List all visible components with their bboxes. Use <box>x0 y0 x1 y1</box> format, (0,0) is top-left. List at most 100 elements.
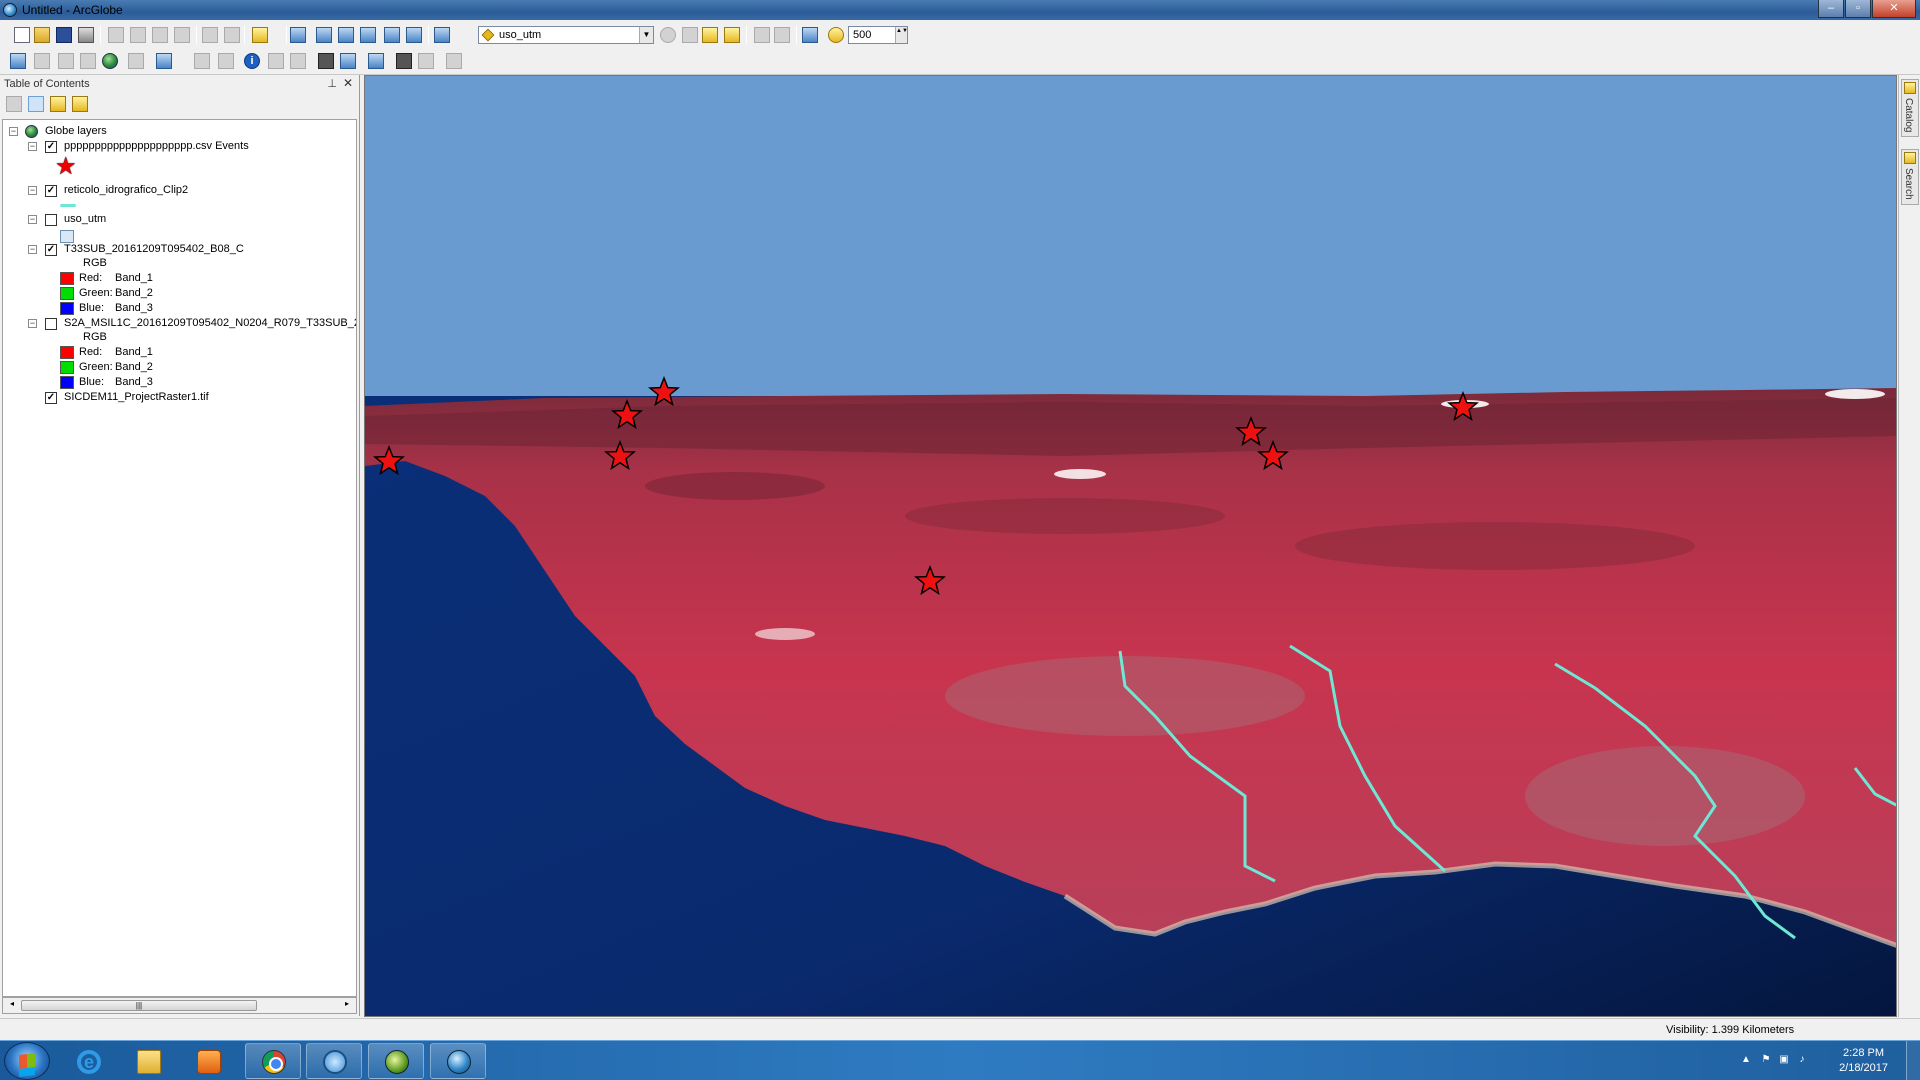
taskbar-arcglobe[interactable] <box>430 1043 486 1079</box>
transparency-icon[interactable] <box>774 27 790 43</box>
effects-icon[interactable] <box>702 27 718 43</box>
navigate-tool-icon[interactable] <box>10 53 26 69</box>
collapse-icon[interactable]: − <box>28 245 37 254</box>
paste-icon[interactable] <box>152 27 168 43</box>
list-by-source-icon[interactable] <box>28 96 44 112</box>
layer-properties-icon[interactable] <box>802 27 818 43</box>
scroll-left-icon[interactable]: ◂ <box>5 999 19 1008</box>
layer-visibility-checkbox[interactable] <box>45 214 57 226</box>
refresh-icon[interactable] <box>828 27 844 43</box>
scrollbar-thumb[interactable]: ||| <box>21 1000 257 1011</box>
taskbar-media-player[interactable] <box>180 1043 236 1079</box>
model-builder-icon[interactable] <box>434 27 450 43</box>
toc-layer-row[interactable]: − ✓ T33SUB_20161209T095402_B08_C <box>3 242 353 258</box>
open-folder-icon[interactable] <box>34 27 50 43</box>
globe-3d-view[interactable] <box>364 75 1897 1017</box>
go-to-xy-icon[interactable] <box>340 53 356 69</box>
viewer-manager-icon[interactable] <box>418 53 434 69</box>
catalog-window-icon[interactable] <box>338 27 354 43</box>
toc-close-icon[interactable]: ✕ <box>343 76 353 90</box>
observer-icon[interactable] <box>396 53 412 69</box>
contrast-icon[interactable] <box>724 27 740 43</box>
taskbar-search-app[interactable] <box>306 1043 362 1079</box>
taskbar-file-explorer[interactable] <box>120 1043 176 1079</box>
save-icon[interactable] <box>56 27 72 43</box>
layer-selector-dropdown[interactable]: uso_utm ▼ <box>478 26 654 44</box>
arctoolbox-icon[interactable] <box>384 27 400 43</box>
search-window-icon[interactable] <box>360 27 376 43</box>
add-data-icon[interactable] <box>252 27 268 43</box>
arcglobe-app-icon[interactable] <box>3 3 17 17</box>
spinner-arrows-icon[interactable]: ▲▼ <box>895 27 908 43</box>
full-extent-globe-icon[interactable] <box>102 53 118 69</box>
list-by-visibility-icon[interactable] <box>50 96 66 112</box>
toc-root-row[interactable]: − Globe layers <box>3 124 353 140</box>
start-button[interactable] <box>4 1042 50 1080</box>
new-document-icon[interactable] <box>14 27 30 43</box>
toc-window-icon[interactable] <box>316 27 332 43</box>
collapse-icon[interactable]: − <box>28 319 37 328</box>
layer-visibility-checkbox[interactable]: ✓ <box>45 392 57 404</box>
collapse-icon[interactable]: − <box>28 142 37 151</box>
action-center-flag-icon[interactable]: ⚑ <box>1760 1054 1772 1066</box>
search-dock-tab[interactable]: Search <box>1901 149 1919 205</box>
show-desktop-button[interactable] <box>1906 1041 1920 1080</box>
taskbar-clock[interactable]: 2:28 PM 2/18/2017 <box>1839 1046 1888 1076</box>
list-by-drawing-order-icon[interactable] <box>6 96 22 112</box>
brightness-icon[interactable] <box>682 27 698 43</box>
target-center-icon[interactable] <box>80 53 96 69</box>
cut-icon[interactable] <box>108 27 124 43</box>
refresh-rate-spinner[interactable]: 500 ▲▼ <box>848 26 908 44</box>
find-binoculars-icon[interactable] <box>318 53 334 69</box>
undo-icon[interactable] <box>202 27 218 43</box>
toc-layer-row[interactable]: ✓ SICDEM11_ProjectRaster1.tif <box>3 390 353 406</box>
pin-icon[interactable]: ⊥ <box>327 77 337 90</box>
copy-icon[interactable] <box>130 27 146 43</box>
terrain-scene[interactable] <box>365 76 1897 1017</box>
toc-horizontal-scrollbar[interactable]: ◂ ||| ▸ <box>2 997 357 1014</box>
close-button[interactable]: ✕ <box>1872 0 1916 18</box>
volume-icon[interactable]: ♪ <box>1796 1054 1808 1066</box>
redo-icon[interactable] <box>224 27 240 43</box>
globe-view-icon[interactable] <box>290 27 306 43</box>
clear-selection-icon[interactable] <box>194 53 210 69</box>
swipe-icon[interactable] <box>660 27 676 43</box>
layer-visibility-checkbox[interactable]: ✓ <box>45 185 57 197</box>
list-by-selection-icon[interactable] <box>72 96 88 112</box>
layer-visibility-checkbox[interactable] <box>45 318 57 330</box>
print-icon[interactable] <box>78 27 94 43</box>
hyperlink-icon[interactable] <box>268 53 284 69</box>
python-window-icon[interactable] <box>406 27 422 43</box>
taskbar-chrome[interactable] <box>245 1043 301 1079</box>
zoom-to-target-icon[interactable] <box>128 53 144 69</box>
layer-visibility-checkbox[interactable]: ✓ <box>45 244 57 256</box>
toc-layer-row[interactable]: − uso_utm <box>3 212 353 228</box>
collapse-icon[interactable]: − <box>28 215 37 224</box>
maximize-button[interactable]: ▫ <box>1845 0 1871 18</box>
identify-icon[interactable]: i <box>244 53 260 69</box>
collapse-icon[interactable]: − <box>28 186 37 195</box>
delete-icon[interactable] <box>174 27 190 43</box>
taskbar-arcgis[interactable] <box>368 1043 424 1079</box>
pan-hand-icon[interactable] <box>34 53 50 69</box>
catalog-dock-tab[interactable]: Catalog <box>1901 79 1919 138</box>
taskbar-internet-explorer[interactable]: e <box>60 1043 116 1079</box>
toc-layer-row[interactable]: − S2A_MSIL1C_20161209T095402_N0204_R079_… <box>3 316 356 332</box>
html-popup-icon[interactable] <box>290 53 306 69</box>
flicker-icon[interactable] <box>754 27 770 43</box>
select-elements-icon[interactable] <box>218 53 234 69</box>
toc-layer-row[interactable]: − ✓ reticolo_idrografico_Clip2 <box>3 183 353 199</box>
internet-explorer-icon: e <box>77 1050 101 1074</box>
collapse-icon[interactable]: − <box>9 127 18 136</box>
minimize-button[interactable]: – <box>1818 0 1844 18</box>
show-hidden-icons-icon[interactable]: ▲ <box>1740 1054 1752 1066</box>
green-band-swatch <box>60 361 74 374</box>
fly-tool-icon[interactable] <box>58 53 74 69</box>
animation-icon[interactable] <box>446 53 462 69</box>
layer-visibility-checkbox[interactable]: ✓ <box>45 141 57 153</box>
scroll-right-icon[interactable]: ▸ <box>340 999 354 1008</box>
measure-icon[interactable] <box>368 53 384 69</box>
chevron-down-icon[interactable]: ▼ <box>639 27 653 43</box>
select-features-icon[interactable] <box>156 53 172 69</box>
network-icon[interactable]: ▣ <box>1778 1054 1790 1066</box>
